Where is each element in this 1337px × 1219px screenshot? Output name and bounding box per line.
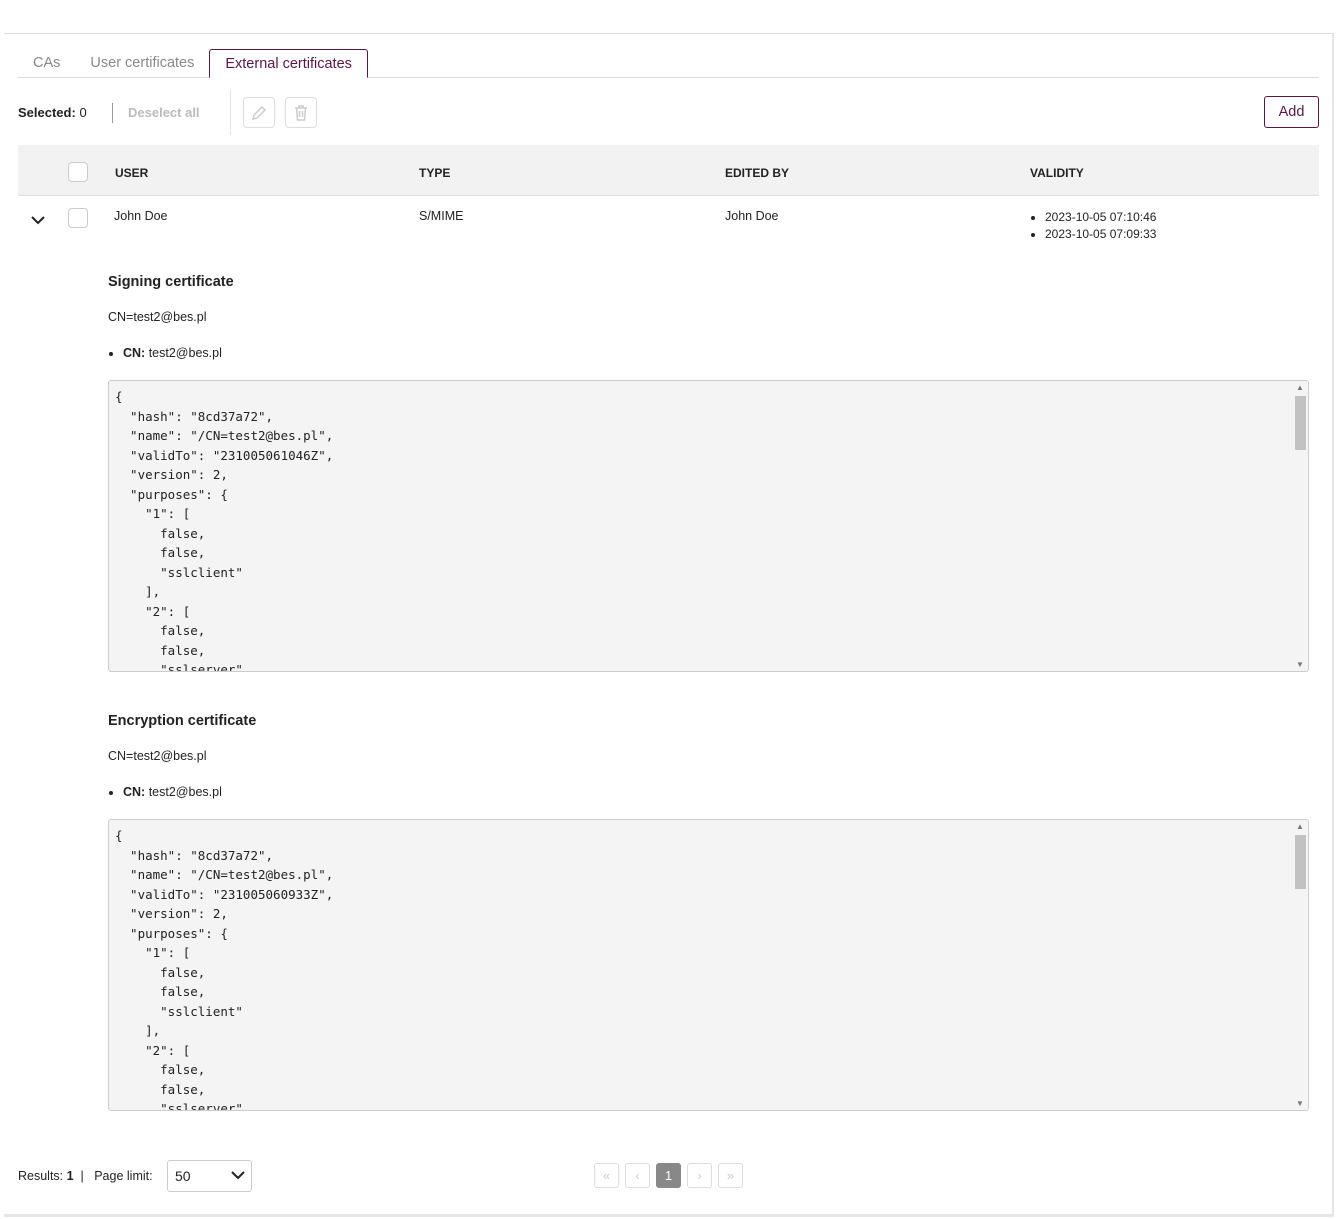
page-limit-label: Page limit:: [94, 1169, 153, 1183]
add-button[interactable]: Add: [1264, 96, 1319, 128]
json-content: { "hash": "8cd37a72", "name": "/CN=test2…: [115, 828, 334, 1111]
last-page-button[interactable]: »: [718, 1163, 743, 1188]
certificate-json[interactable]: { "hash": "8cd37a72", "name": "/CN=test2…: [108, 819, 1309, 1111]
tab-external-certificates[interactable]: External certificates: [209, 49, 368, 78]
page-button-current[interactable]: 1: [656, 1163, 681, 1188]
attribute-key: CN:: [123, 346, 146, 360]
divider: [230, 90, 231, 135]
divider: [112, 103, 113, 123]
column-validity[interactable]: VALIDITY: [1030, 166, 1084, 180]
cell-validity: 2023-10-05 07:10:46 2023-10-05 07:09:33: [1030, 209, 1156, 243]
validity-date: 2023-10-05 07:09:33: [1045, 226, 1156, 243]
scrollbar[interactable]: ▲ ▼: [1293, 820, 1308, 1110]
section-title: Signing certificate: [108, 274, 234, 290]
first-page-button[interactable]: «: [594, 1163, 619, 1188]
cell-edited-by: John Doe: [725, 209, 779, 223]
deselect-all-button[interactable]: Deselect all: [128, 105, 200, 120]
certificate-attribute: CN: test2@bes.pl: [123, 346, 1309, 360]
results-count: 1: [66, 1169, 74, 1183]
cell-user: John Doe: [114, 209, 168, 223]
chevron-down-icon[interactable]: [31, 215, 45, 225]
chevron-down-icon: [231, 1171, 245, 1180]
pencil-icon: [251, 105, 267, 120]
toolbar: Selected: 0 Deselect all Add: [18, 90, 1319, 135]
column-edited-by[interactable]: EDITED BY: [725, 166, 789, 180]
certificate-dn: CN=test2@bes.pl: [108, 310, 207, 324]
prev-page-button[interactable]: ‹: [625, 1163, 650, 1188]
encryption-certificate-section: Encryption certificate CN=test2@bes.pl C…: [108, 713, 1309, 1111]
table-header: USER TYPE EDITED BY VALIDITY: [18, 145, 1319, 196]
select-all-checkbox[interactable]: [68, 162, 88, 182]
column-user[interactable]: USER: [115, 166, 148, 180]
json-content: { "hash": "8cd37a72", "name": "/CN=test2…: [115, 389, 334, 672]
certificate-dn: CN=test2@bes.pl: [108, 749, 207, 763]
edit-button[interactable]: [243, 97, 275, 128]
certificate-attribute: CN: test2@bes.pl: [123, 785, 1309, 799]
scrollbar[interactable]: ▲ ▼: [1293, 381, 1308, 671]
tab-cas[interactable]: CAs: [18, 49, 75, 77]
page-limit-value: 50: [175, 1168, 191, 1184]
attribute-key: CN:: [123, 785, 146, 799]
section-title: Encryption certificate: [108, 713, 257, 729]
footer: Results: 1 | Page limit: 50 « ‹ 1 › »: [18, 1160, 1319, 1192]
certificate-json[interactable]: { "hash": "8cd37a72", "name": "/CN=test2…: [108, 380, 1309, 672]
delete-button[interactable]: [285, 97, 317, 128]
results-label: Results:: [18, 1169, 64, 1183]
selected-label: Selected:: [18, 105, 76, 120]
signing-certificate-section: Signing certificate CN=test2@bes.pl CN: …: [108, 274, 1309, 672]
column-type[interactable]: TYPE: [419, 166, 450, 180]
trash-icon: [295, 104, 307, 121]
next-page-button[interactable]: ›: [687, 1163, 712, 1188]
selected-count: Selected: 0: [18, 105, 87, 120]
results: Results: 1 | Page limit:: [18, 1169, 153, 1183]
row-checkbox[interactable]: [68, 208, 88, 228]
tabs: CAs User certificates External certifica…: [18, 49, 1319, 78]
cell-type: S/MIME: [419, 209, 464, 223]
attribute-value: test2@bes.pl: [148, 346, 222, 360]
table-row[interactable]: John Doe S/MIME John Doe 2023-10-05 07:1…: [18, 196, 1319, 246]
page-limit-select[interactable]: 50: [167, 1160, 252, 1192]
tab-user-certificates[interactable]: User certificates: [75, 49, 209, 77]
attribute-value: test2@bes.pl: [148, 785, 222, 799]
validity-date: 2023-10-05 07:10:46: [1045, 209, 1156, 226]
selected-value: 0: [79, 105, 87, 120]
